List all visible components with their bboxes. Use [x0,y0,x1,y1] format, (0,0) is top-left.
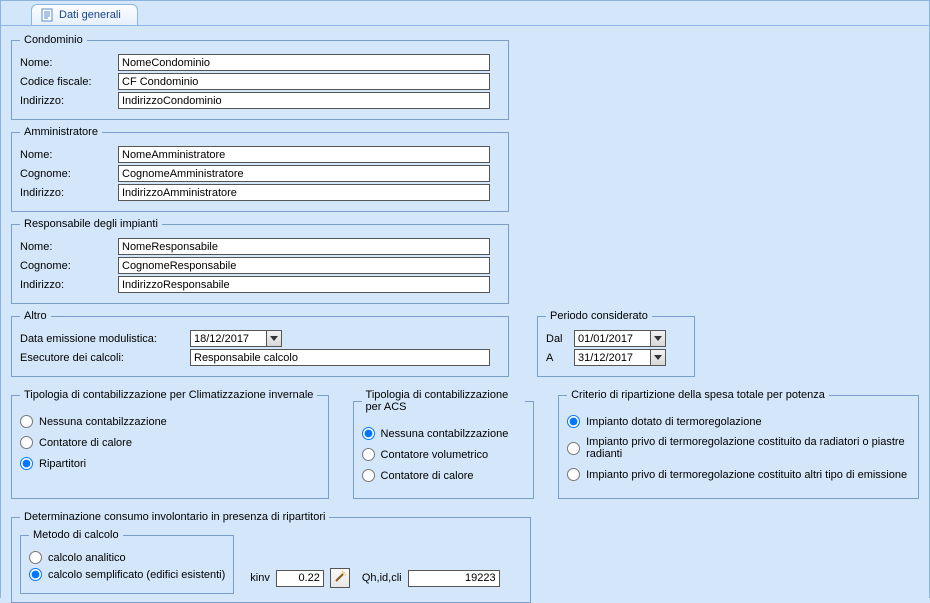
tipoacs-opt-calore[interactable]: Contatore di calore [362,469,526,482]
tab-label: Dati generali [59,9,121,21]
altro-esec-input[interactable] [190,349,490,366]
periodo-a-input[interactable] [574,349,650,366]
criterio-opt1-label: Impianto dotato di termoregolazione [586,416,762,428]
tab-dati-generali[interactable]: Dati generali [31,4,138,25]
wand-icon [333,570,347,587]
criterio-radio-dotato[interactable] [567,415,580,428]
condominio-cf-input[interactable] [118,73,490,90]
altro-legend: Altro [20,310,51,322]
tipoclim-opt3-label: Ripartitori [39,458,86,470]
tipoclim-opt-nessuna[interactable]: Nessuna contabilzzazione [20,415,320,428]
amministratore-legend: Amministratore [20,126,102,138]
tipoclim-opt2-label: Contatore di calore [39,437,132,449]
condominio-nome-input[interactable] [118,54,490,71]
altro-group: Altro Data emissione modulistica: Esecut… [11,310,509,377]
metodo-radio-analitico[interactable] [29,551,42,564]
periodo-dal-dropdown[interactable] [650,330,666,347]
tipoacs-opt-vol[interactable]: Contatore volumetrico [362,448,526,461]
determinazione-legend: Determinazione consumo involontario in p… [20,511,329,523]
tipoacs-opt2-label: Contatore volumetrico [381,449,489,461]
resp-cognome-label: Cognome: [20,260,118,272]
responsabile-legend: Responsabile degli impianti [20,218,162,230]
criterio-radio-radiatori[interactable] [567,442,580,455]
condominio-ind-input[interactable] [118,92,490,109]
criterio-group: Criterio di ripartizione della spesa tot… [558,389,919,499]
criterio-opt2-label: Impianto privo di termoregolazione costi… [586,436,910,460]
tab-content: Condominio Nome: Codice fiscale: Indiriz… [1,25,929,599]
qh-input[interactable] [408,570,500,587]
document-icon [40,8,54,22]
criterio-opt-radiatori[interactable]: Impianto privo di termoregolazione costi… [567,436,910,460]
altro-data-label: Data emissione modulistica: [20,333,190,345]
tipoclim-opt-calore[interactable]: Contatore di calore [20,436,320,449]
condominio-nome-label: Nome: [20,57,118,69]
resp-ind-input[interactable] [118,276,490,293]
amm-nome-input[interactable] [118,146,490,163]
amm-ind-label: Indirizzo: [20,187,118,199]
resp-cognome-input[interactable] [118,257,490,274]
periodo-group: Periodo considerato Dal A [537,310,695,377]
periodo-dal-input[interactable] [574,330,650,347]
altro-data-dropdown[interactable] [266,330,282,347]
tipoacs-radio-vol[interactable] [362,448,375,461]
tab-strip: Dati generali [1,1,929,25]
periodo-legend: Periodo considerato [546,310,652,322]
resp-ind-label: Indirizzo: [20,279,118,291]
criterio-legend: Criterio di ripartizione della spesa tot… [567,389,829,401]
determinazione-group: Determinazione consumo involontario in p… [11,511,531,603]
amm-ind-input[interactable] [118,184,490,201]
main-window: Dati generali Condominio Nome: Codice fi… [0,0,930,598]
tipoclim-radio-calore[interactable] [20,436,33,449]
metodo-opt-semplificato[interactable]: calcolo semplificato (edifici esistenti) [29,568,225,581]
qh-label: Qh,id,cli [362,572,402,584]
metodo-legend: Metodo di calcolo [29,529,123,541]
condominio-cf-label: Codice fiscale: [20,76,118,88]
tipoacs-group: Tipologia di contabilizzazione per ACS N… [353,389,535,499]
metodo-group: Metodo di calcolo calcolo analitico calc… [20,529,234,594]
kinv-label: kinv [250,572,270,584]
metodo-opt-analitico[interactable]: calcolo analitico [29,551,225,564]
condominio-ind-label: Indirizzo: [20,95,118,107]
kinv-tool-button[interactable] [330,568,350,588]
tipoacs-legend: Tipologia di contabilizzazione per ACS [362,389,526,413]
amm-cognome-input[interactable] [118,165,490,182]
amm-nome-label: Nome: [20,149,118,161]
tipoacs-radio-nessuna[interactable] [362,427,375,440]
periodo-a-dropdown[interactable] [650,349,666,366]
tipoclim-group: Tipologia di contabilizzazione per Clima… [11,389,329,499]
amministratore-group: Amministratore Nome: Cognome: Indirizzo: [11,126,509,212]
altro-esec-label: Esecutore dei calcoli: [20,352,190,364]
amm-cognome-label: Cognome: [20,168,118,180]
condominio-group: Condominio Nome: Codice fiscale: Indiriz… [11,34,509,120]
metodo-opt2-label: calcolo semplificato (edifici esistenti) [48,569,225,581]
tipoacs-opt-nessuna[interactable]: Nessuna contabilzzazione [362,427,526,440]
tipoclim-opt-ripartitori[interactable]: Ripartitori [20,457,320,470]
resp-nome-input[interactable] [118,238,490,255]
tipoclim-radio-ripartitori[interactable] [20,457,33,470]
responsabile-group: Responsabile degli impianti Nome: Cognom… [11,218,509,304]
tipoclim-opt1-label: Nessuna contabilzzazione [39,416,167,428]
tipoclim-legend: Tipologia di contabilizzazione per Clima… [20,389,317,401]
tipoacs-opt1-label: Nessuna contabilzzazione [381,428,509,440]
resp-nome-label: Nome: [20,241,118,253]
metodo-opt1-label: calcolo analitico [48,552,126,564]
tipoacs-opt3-label: Contatore di calore [381,470,474,482]
criterio-opt-altri[interactable]: Impianto privo di termoregolazione costi… [567,468,910,481]
tipoacs-radio-calore[interactable] [362,469,375,482]
altro-data-input[interactable] [190,330,266,347]
periodo-a-label: A [546,352,574,364]
metodo-radio-semplificato[interactable] [29,568,42,581]
criterio-opt-dotato[interactable]: Impianto dotato di termoregolazione [567,415,910,428]
periodo-dal-label: Dal [546,333,574,345]
criterio-opt3-label: Impianto privo di termoregolazione costi… [586,469,907,481]
condominio-legend: Condominio [20,34,87,46]
tipoclim-radio-nessuna[interactable] [20,415,33,428]
criterio-radio-altri[interactable] [567,468,580,481]
kinv-input[interactable] [276,570,324,587]
